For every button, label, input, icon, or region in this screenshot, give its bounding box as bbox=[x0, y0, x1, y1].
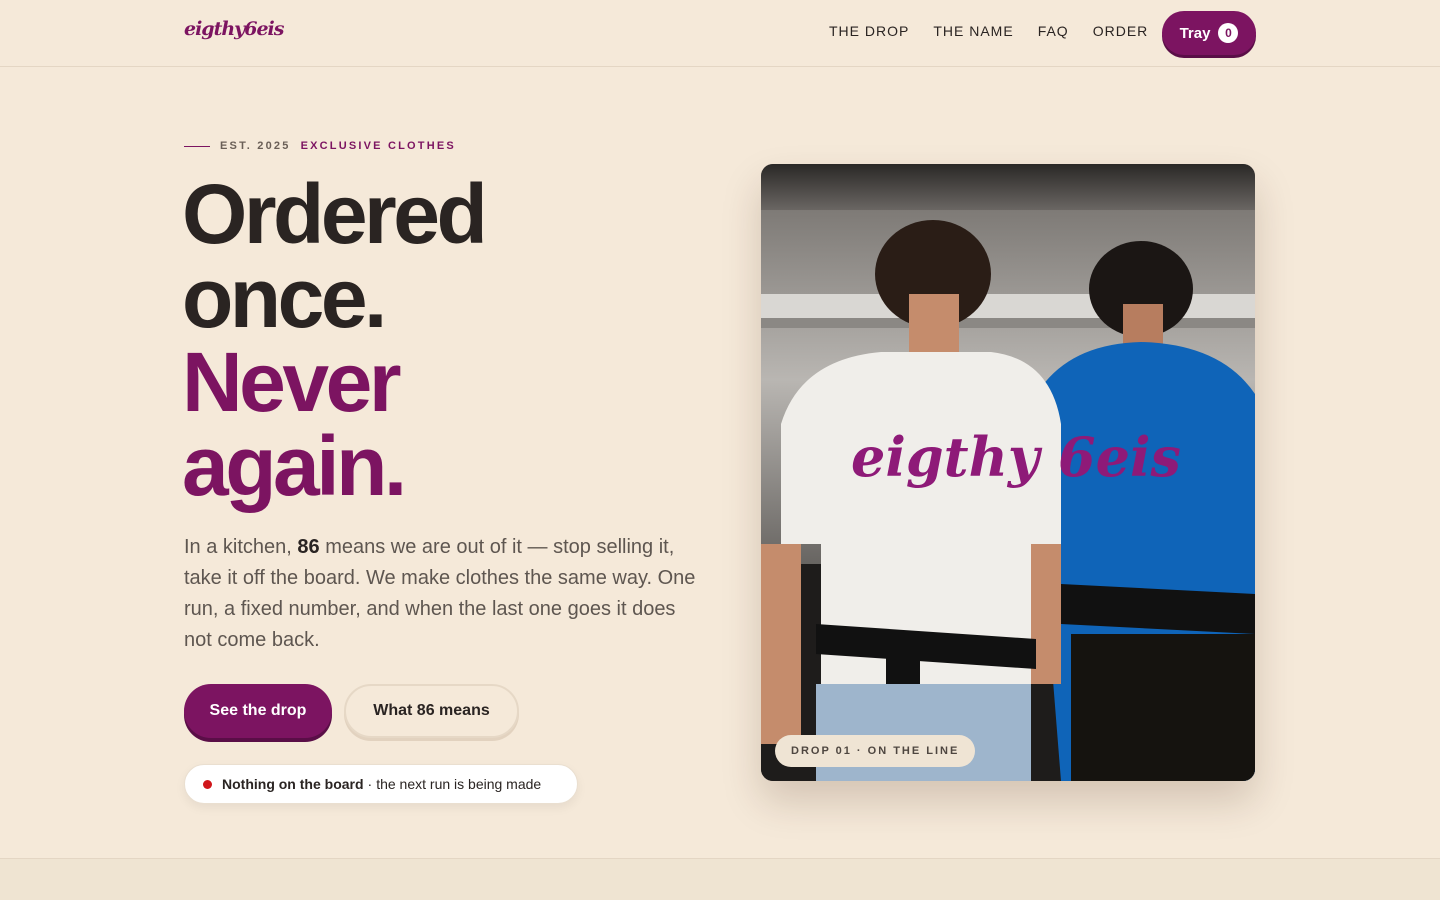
extractor-hood bbox=[761, 164, 1255, 210]
nav-link-the-drop[interactable]: THE DROP bbox=[829, 23, 909, 39]
tray-label: Tray bbox=[1179, 24, 1211, 42]
nav-link-faq[interactable]: FAQ bbox=[1038, 23, 1069, 39]
next-section-band bbox=[0, 858, 1440, 900]
nav-links: THE DROP THE NAME FAQ ORDER bbox=[829, 23, 1172, 39]
hero-headline: Ordered once. Never again. bbox=[182, 167, 488, 513]
status-bold-text: Nothing on the board bbox=[222, 776, 364, 792]
hero-eyebrow: EST. 2025 EXCLUSIVE CLOTHES bbox=[184, 140, 456, 152]
shirt-print-text: eigthy 6eis bbox=[851, 425, 1181, 489]
status-text: the next run is being made bbox=[376, 776, 542, 792]
lede-bold-number: 86 bbox=[297, 536, 320, 558]
status-pill: Nothing on the board · the next run is b… bbox=[184, 764, 578, 804]
hero-photo-illustration: eigthy 6eis bbox=[761, 164, 1255, 781]
what-86-means-button[interactable]: What 86 means bbox=[344, 684, 519, 738]
eyebrow-tagline: EXCLUSIVE CLOTHES bbox=[300, 140, 456, 152]
hero-photo: eigthy 6eis DROP 01 · ON THE LINE bbox=[761, 164, 1255, 781]
status-separator: · bbox=[367, 776, 373, 792]
status-dot-icon bbox=[203, 779, 212, 789]
brand-logo-text: eigthy6eis bbox=[184, 18, 284, 40]
top-nav: eigthy6eis THE DROP THE NAME FAQ ORDER T… bbox=[0, 0, 1440, 67]
headline-line-4: again. bbox=[182, 419, 407, 513]
lede-prefix: In a kitchen, bbox=[184, 536, 292, 558]
hero-lede: In a kitchen, 86 means we are out of it … bbox=[184, 532, 704, 656]
headline-line-2: once. bbox=[182, 251, 387, 345]
eyebrow-rule bbox=[184, 145, 210, 147]
headline-line-1: Ordered bbox=[182, 167, 488, 261]
headline-line-3: Never bbox=[182, 335, 402, 429]
image-badge: DROP 01 · ON THE LINE bbox=[775, 735, 976, 767]
brand-logo[interactable]: eigthy6eis bbox=[184, 16, 284, 50]
tray-count-badge: 0 bbox=[1218, 23, 1239, 43]
nav-link-order[interactable]: ORDER bbox=[1093, 23, 1149, 39]
see-the-drop-button[interactable]: See the drop bbox=[184, 684, 332, 738]
tray-button[interactable]: Tray 0 bbox=[1162, 11, 1256, 55]
eyebrow-established: EST. 2025 bbox=[220, 140, 291, 152]
nav-link-the-name[interactable]: THE NAME bbox=[933, 23, 1013, 39]
